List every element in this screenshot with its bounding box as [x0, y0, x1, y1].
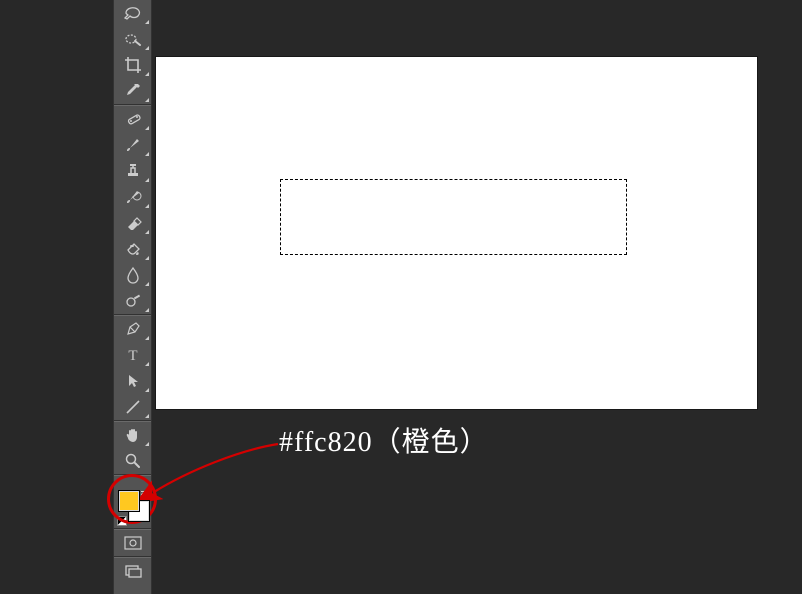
eyedropper-tool[interactable]: [114, 78, 151, 104]
text-tool[interactable]: T: [114, 342, 151, 368]
default-colors-icon[interactable]: [117, 516, 127, 526]
eraser-tool[interactable]: [114, 210, 151, 236]
blur-tool[interactable]: [114, 262, 151, 288]
document-canvas[interactable]: [156, 57, 757, 409]
annotation-arrow: [140, 440, 290, 510]
swap-colors-icon[interactable]: ⇄: [140, 488, 148, 499]
healing-brush-tool[interactable]: [114, 106, 151, 132]
history-brush-tool[interactable]: [114, 184, 151, 210]
line-tool[interactable]: [114, 394, 151, 420]
brush-tool[interactable]: [114, 132, 151, 158]
screen-mode-toggle[interactable]: [114, 558, 151, 584]
zoom-tool[interactable]: [114, 448, 151, 474]
clone-stamp-tool[interactable]: [114, 158, 151, 184]
color-picker: ⇄: [114, 486, 151, 528]
quick-mask-toggle[interactable]: [114, 530, 151, 556]
lasso-tool[interactable]: [114, 0, 151, 26]
quick-selection-tool[interactable]: [114, 26, 151, 52]
annotation-label: #ffc820（橙色）: [279, 420, 489, 460]
pen-tool[interactable]: [114, 316, 151, 342]
foreground-color-swatch[interactable]: [118, 490, 140, 512]
hand-tool[interactable]: [114, 422, 151, 448]
marquee-selection: [280, 179, 627, 255]
dodge-tool[interactable]: [114, 288, 151, 314]
crop-tool[interactable]: [114, 52, 151, 78]
tools-panel: T ⇄: [113, 0, 152, 594]
svg-text:T: T: [128, 348, 137, 363]
gradient-tool[interactable]: [114, 236, 151, 262]
path-selection-tool[interactable]: [114, 368, 151, 394]
